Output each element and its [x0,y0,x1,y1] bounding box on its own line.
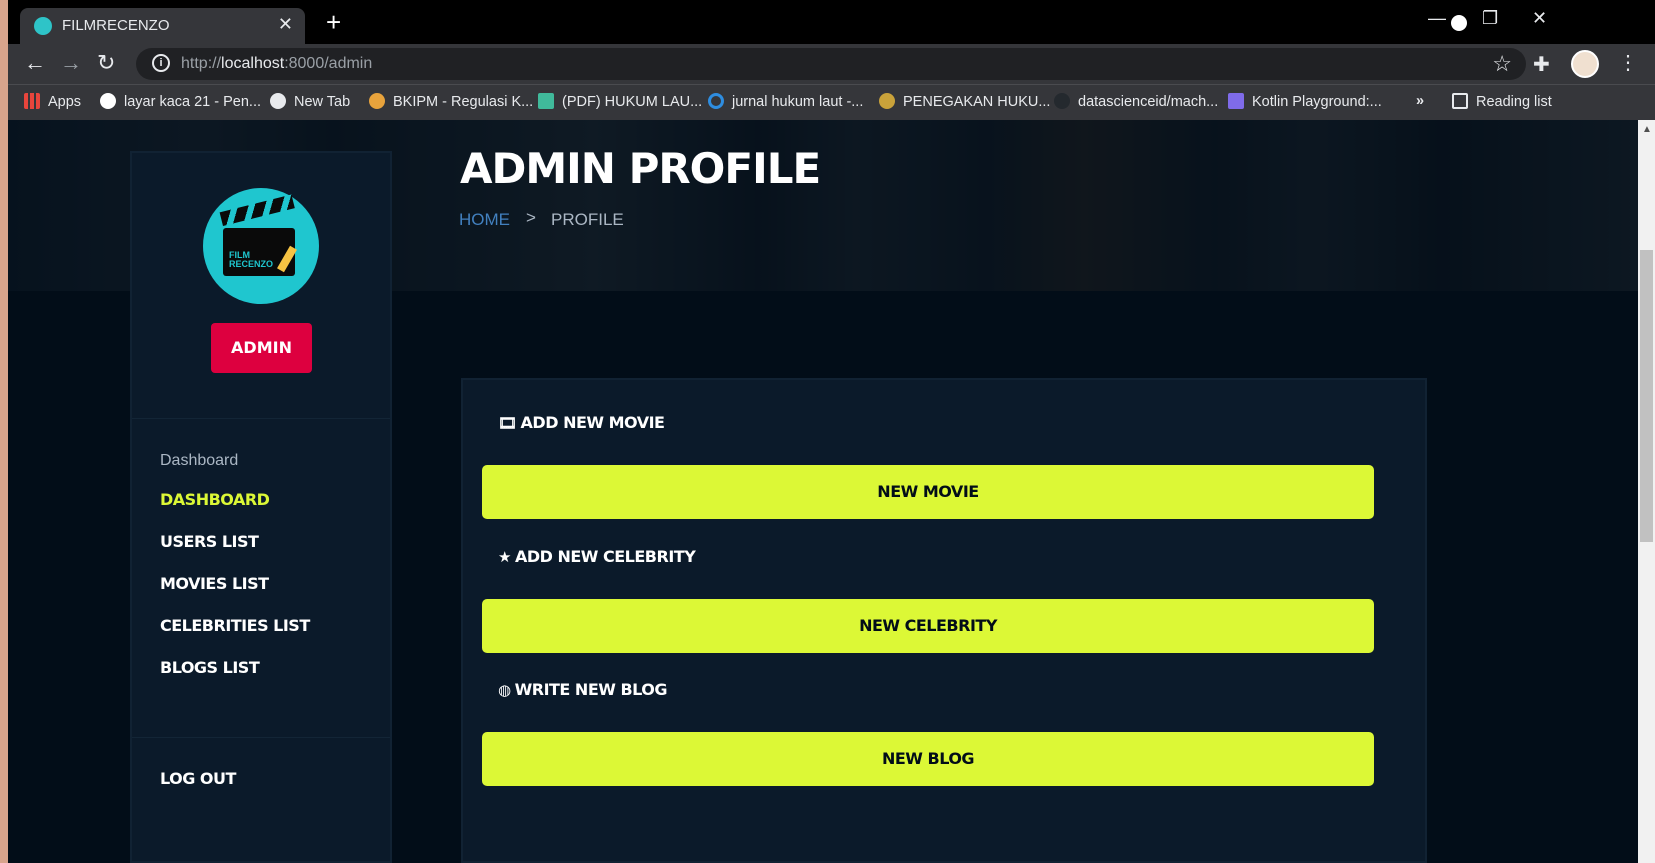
sidebar-divider [132,418,390,419]
sidebar-divider [132,737,390,738]
film-icon: 🎞︎ [498,414,517,432]
new-blog-button[interactable]: NEW BLOG [482,732,1374,786]
new-movie-button[interactable]: NEW MOVIE [482,465,1374,519]
filmrecenzo-favicon-icon [34,17,52,35]
page-scrollbar[interactable]: ▲ [1638,120,1655,863]
bookmark-apps[interactable]: Apps [24,93,81,110]
logout-link[interactable]: LOG OUT [160,769,236,788]
bkipm-icon [369,93,385,109]
profile-avatar[interactable] [1571,50,1599,78]
globe-icon [270,93,286,109]
browser-toolbar: ← → ↻ i http://localhost:8000/admin ☆ ✚ … [8,44,1655,84]
reload-icon[interactable]: ↻ [97,50,115,76]
bookmark-penegakan[interactable]: PENEGAKAN HUKU... [879,93,1050,110]
bookmark-kotlin[interactable]: Kotlin Playground:... [1228,93,1382,110]
breadcrumb-separator: > [526,208,536,227]
clapperboard-icon [219,194,295,226]
breadcrumb-home-link[interactable]: HOME [459,210,510,230]
bookmark-bkipm[interactable]: BKIPM - Regulasi K... [369,93,533,110]
sidebar-item-dashboard[interactable]: DASHBOARD [160,490,270,509]
reading-list-button[interactable]: Reading list [1452,93,1552,110]
jurnal-icon [708,93,724,109]
star-icon: ★ [498,548,511,566]
extensions-puzzle-icon[interactable]: ✚ [1533,52,1550,77]
restore-button[interactable]: ❐ [1482,8,1498,29]
penegakan-icon [879,93,895,109]
url-text: http://localhost:8000/admin [181,55,373,72]
section-title-add-celebrity: ★ ADD NEW CELEBRITY [498,547,696,566]
page-viewport: ADMIN PROFILE HOME > PROFILE FILM RECENZO… [8,120,1655,863]
bookmark-jurnal[interactable]: jurnal hukum laut -... [708,93,863,110]
bookmarks-overflow-button[interactable]: » [1416,93,1424,109]
minimize-button[interactable]: — [1428,8,1446,29]
section-title-add-movie: 🎞︎ ADD NEW MOVIE [498,413,665,432]
bookmark-star-icon[interactable]: ☆ [1492,51,1512,77]
logo-text: FILM RECENZO [229,250,274,269]
sidebar-heading: Dashboard [160,452,239,469]
back-arrow-icon[interactable]: ← [24,50,46,76]
role-badge: ADMIN [211,323,312,373]
globe-icon: ◍ [498,681,511,699]
filmrecenzo-logo: FILM RECENZO [203,188,319,304]
sidebar-item-blogs-list[interactable]: BLOGS LIST [160,658,260,677]
tab-close-icon[interactable]: ✕ [278,14,293,35]
scroll-up-arrow-icon[interactable]: ▲ [1642,124,1652,135]
sidebar-item-users-list[interactable]: USERS LIST [160,532,259,551]
browser-window: FILMRECENZO ✕ + — ❐ ✕ ← → ↻ i http://loc… [8,0,1655,863]
bookmark-new-tab[interactable]: New Tab [270,93,350,110]
kotlin-icon [1228,93,1244,109]
site-info-icon[interactable]: i [152,54,170,72]
address-bar[interactable]: i http://localhost:8000/admin ☆ [136,48,1526,80]
tab-title: FILMRECENZO [62,17,170,34]
admin-actions-card: 🎞︎ ADD NEW MOVIE NEW MOVIE ★ ADD NEW CELEB… [461,378,1427,863]
new-celebrity-button[interactable]: NEW CELEBRITY [482,599,1374,653]
github-icon [1054,93,1070,109]
tab-filmrecenzo[interactable]: FILMRECENZO ✕ [20,8,305,44]
apps-grid-icon [24,93,40,109]
breadcrumb-current: PROFILE [551,210,624,229]
new-tab-button[interactable]: + [326,8,341,36]
media-control-icon[interactable] [1451,15,1467,31]
bookmark-layar-kaca[interactable]: layar kaca 21 - Pen... [100,93,261,110]
browser-menu-icon[interactable]: ⋮ [1618,50,1638,75]
profile-sidebar: FILM RECENZO ADMIN Dashboard DASHBOARD US… [130,151,392,863]
bookmark-pdf-hukum[interactable]: (PDF) HUKUM LAU... [538,93,702,110]
tab-strip: FILMRECENZO ✕ + — ❐ ✕ [8,0,1655,44]
sidebar-item-celebrities-list[interactable]: CELEBRITIES LIST [160,616,310,635]
page-title: ADMIN PROFILE [460,144,821,193]
google-icon [100,93,116,109]
forward-arrow-icon[interactable]: → [60,50,82,76]
sidebar-item-movies-list[interactable]: MOVIES LIST [160,574,269,593]
reading-list-icon [1452,93,1468,109]
close-window-button[interactable]: ✕ [1532,8,1547,29]
scrollbar-thumb[interactable] [1640,250,1653,542]
bookmarks-bar: Apps layar kaca 21 - Pen... New Tab BKIP… [8,84,1655,120]
researchgate-icon [538,93,554,109]
bookmark-github[interactable]: datascienceid/mach... [1054,93,1218,110]
section-title-write-blog: ◍ WRITE NEW BLOG [498,680,668,699]
